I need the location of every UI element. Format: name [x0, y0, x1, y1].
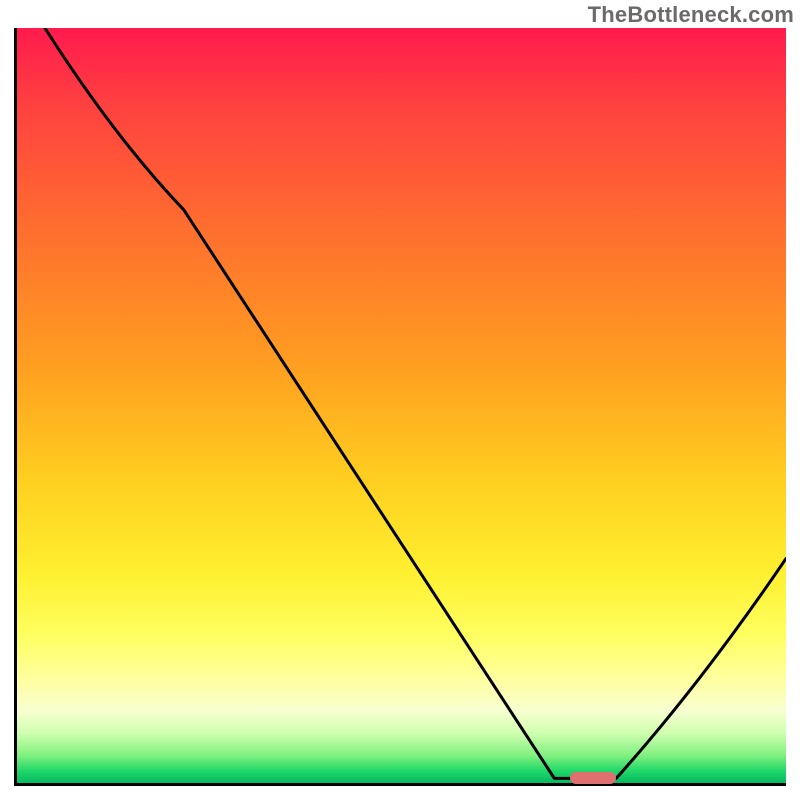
chart-svg — [14, 28, 786, 786]
bottleneck-curve — [45, 28, 786, 778]
optimal-range-marker — [570, 772, 616, 784]
watermark-text: TheBottleneck.com — [588, 2, 794, 28]
